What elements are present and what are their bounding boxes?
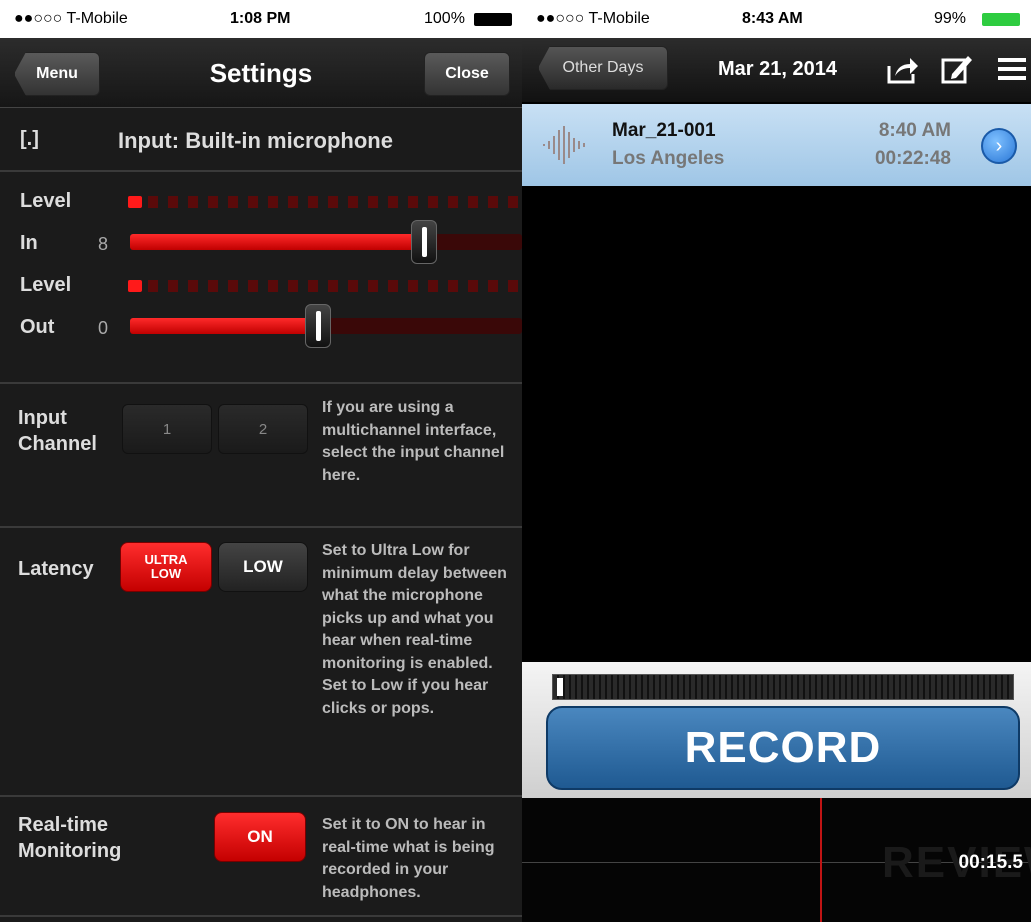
list-icon[interactable]: [994, 52, 1028, 86]
settings-navbar: Menu Settings Close: [0, 38, 522, 108]
other-days-button[interactable]: Other Days: [538, 46, 668, 90]
in-gain-value: 8: [98, 234, 109, 254]
edit-icon[interactable]: [940, 52, 974, 86]
input-gain-slider[interactable]: [130, 220, 522, 264]
record-level-meter: [552, 674, 1014, 700]
record-button[interactable]: RECORD: [546, 706, 1020, 790]
recorder-navbar: Other Days Mar 21, 2014: [522, 38, 1031, 102]
input-level-meter: [128, 196, 522, 208]
meter-led: [128, 196, 142, 208]
divider: [0, 170, 522, 172]
waveform-timeline[interactable]: REVIEW 00:15.5: [522, 798, 1031, 922]
output-gain-slider[interactable]: [130, 304, 522, 348]
recorder-screen: ●●○○○ T-Mobile 8:43 AM 99% Other Days Ma…: [522, 0, 1031, 922]
out-gain-value: 0: [98, 318, 109, 338]
in-label: In: [20, 232, 38, 254]
recording-name: Mar_21-001: [612, 120, 716, 141]
carrier-signal: ●●○○○ T-Mobile: [536, 10, 650, 27]
recording-time: 8:40 AM: [878, 120, 951, 141]
input-gain-fill: [130, 234, 424, 250]
output-gain-fill: [130, 318, 318, 334]
status-time: 8:43 AM: [742, 10, 803, 27]
input-channel-description: If you are using a multichannel interfac…: [322, 399, 505, 484]
meter-cursor: [557, 678, 563, 696]
divider: [0, 526, 522, 528]
channel-1-button[interactable]: 1: [122, 404, 212, 454]
input-channel-label-line2: Channel: [18, 433, 97, 455]
channel-2-button[interactable]: 2: [218, 404, 308, 454]
status-time: 1:08 PM: [230, 10, 291, 27]
recording-duration: 00:22:48: [874, 148, 951, 169]
timecode: 00:15.5: [958, 852, 1023, 873]
input-icon: [.]: [20, 128, 39, 150]
settings-screen: ●●○○○ T-Mobile 1:08 PM 100% Menu Setting…: [0, 0, 522, 922]
input-channel-label: Input Channel: [18, 405, 97, 457]
recording-list-item[interactable]: Mar_21-001 Los Angeles 8:40 AM 00:22:48 …: [522, 104, 1031, 186]
monitoring-description: Set it to ON to hear in real-time what i…: [322, 816, 495, 901]
meter-led: [128, 280, 142, 292]
output-level-meter: [128, 280, 522, 292]
carrier-signal: ●●○○○ T-Mobile: [14, 10, 128, 27]
record-panel: RECORD: [522, 662, 1031, 798]
battery-percent: 99%: [934, 10, 967, 27]
divider: [0, 795, 522, 797]
low-button[interactable]: LOW: [218, 542, 308, 592]
recording-location: Los Angeles: [612, 148, 725, 169]
ultra-low-label-line2: LOW: [150, 566, 182, 581]
latency-label: Latency: [18, 558, 94, 580]
monitoring-label-line1: Real-time: [18, 814, 109, 836]
output-gain-thumb[interactable]: [305, 304, 331, 348]
close-button[interactable]: Close: [424, 52, 510, 96]
monitoring-label: Real-time Monitoring: [18, 812, 121, 864]
out-label: Out: [20, 316, 55, 338]
current-date: Mar 21, 2014: [718, 58, 837, 80]
input-gain-thumb[interactable]: [411, 220, 437, 264]
ultra-low-button[interactable]: ULTRA LOW: [120, 542, 212, 592]
output-level-label: Level: [20, 274, 72, 296]
input-source-label: Input: Built-in microphone: [118, 128, 393, 153]
battery-icon: [982, 13, 1020, 26]
battery-icon: [474, 13, 512, 26]
divider: [0, 382, 522, 384]
input-source-row[interactable]: [.] Input: Built-in microphone: [0, 110, 522, 170]
input-channel-label-line1: Input: [18, 407, 67, 429]
input-level-label: Level: [20, 190, 72, 212]
waveform-icon: [543, 126, 585, 164]
divider: [0, 915, 522, 917]
ultra-low-label-line1: ULTRA: [144, 552, 188, 567]
monitoring-label-line2: Monitoring: [18, 840, 122, 862]
playhead[interactable]: [820, 798, 822, 922]
share-icon[interactable]: [886, 52, 920, 86]
status-bar: ●●○○○ T-Mobile 1:08 PM 100%: [0, 0, 522, 38]
status-bar: ●●○○○ T-Mobile 8:43 AM 99%: [522, 0, 1031, 38]
latency-description: Set to Ultra Low for minimum delay betwe…: [322, 542, 507, 717]
monitoring-toggle[interactable]: ON: [214, 812, 306, 862]
disclosure-arrow-icon[interactable]: ›: [981, 128, 1017, 164]
battery-percent: 100%: [424, 10, 465, 27]
